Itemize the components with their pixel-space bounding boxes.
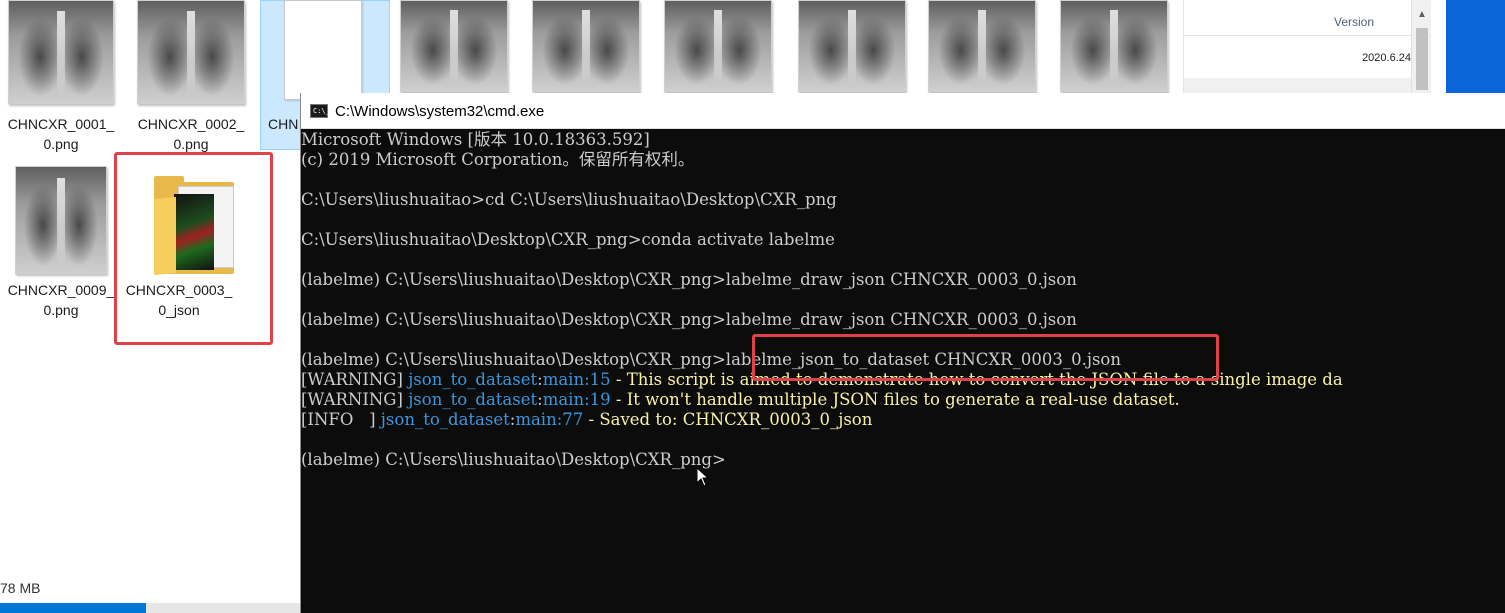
console-line: C:\Users\liushuaitao\Desktop\CXR_png>con…: [301, 230, 835, 249]
file-name-line1: CHNCXR_0001_: [7, 116, 115, 132]
status-size: 78 MB: [0, 580, 41, 596]
xray-thumbnail[interactable]: [664, 0, 772, 92]
xray-thumbnail: [15, 166, 107, 274]
log-lineno: :19: [584, 390, 611, 409]
log-message: - It won't handle multiple JSON files to…: [610, 390, 1180, 409]
log-level: [INFO ]: [301, 410, 376, 429]
file-item[interactable]: CHNCXR_0002_ 0.png: [130, 0, 252, 152]
xray-thumbnail[interactable]: [928, 0, 1036, 92]
document-file-icon: [284, 0, 362, 100]
console-line: (c) 2019 Microsoft Corporation。保留所有权利。: [301, 150, 695, 169]
column-header-version[interactable]: Version: [1334, 15, 1374, 29]
log-lineno: :15: [584, 370, 611, 389]
log-source: json_to_dataset: [380, 410, 510, 429]
file-name-line1: CHNCXR_0009_: [7, 282, 115, 298]
file-name: CHNCXR_0009_ 0.png: [0, 280, 122, 320]
vertical-scrollbar[interactable]: ▲: [1411, 0, 1431, 96]
cmd-icon-label: C:\_: [313, 107, 330, 115]
window-title: C:\Windows\system32\cmd.exe: [335, 103, 545, 120]
console-line: Microsoft Windows [版本 10.0.18363.592]: [301, 130, 650, 149]
version-value: 2020.6.24: [1362, 52, 1411, 64]
horizontal-scrollbar-track[interactable]: [146, 603, 300, 613]
file-name-line2: 0.png: [173, 136, 209, 152]
file-item[interactable]: CHNCXR_0009_ 0.png: [0, 166, 122, 326]
xray-thumbnail[interactable]: [798, 0, 906, 92]
desktop-background-strip: [1446, 0, 1505, 94]
cmd-titlebar[interactable]: C:\_ C:\Windows\system32\cmd.exe: [301, 93, 1505, 129]
file-name-line1: CHNCXR_0002_: [137, 116, 245, 132]
highlight-box-folder: [114, 152, 273, 345]
cmd-window[interactable]: C:\_ C:\Windows\system32\cmd.exe Microso…: [300, 93, 1505, 613]
file-item[interactable]: CHNCXR_0001_ 0.png: [0, 0, 122, 152]
file-name-line2: 0.png: [43, 302, 79, 318]
log-message: - Saved to: CHNCXR_0003_0_json: [583, 410, 873, 429]
xray-thumbnail[interactable]: [1060, 0, 1168, 92]
xray-thumbnail[interactable]: [400, 0, 508, 92]
cmd-icon[interactable]: C:\_: [310, 104, 330, 118]
column-header[interactable]: Version: [1184, 6, 1432, 36]
log-func: main: [542, 390, 585, 409]
log-level: [WARNING]: [301, 390, 403, 409]
file-name-line2: 0.png: [43, 136, 79, 152]
log-source: json_to_dataset: [408, 390, 538, 409]
highlight-box-command: [752, 334, 1219, 381]
log-level: [WARNING]: [301, 370, 403, 389]
vertical-scrollbar-thumb[interactable]: [1416, 28, 1428, 90]
log-func: main: [542, 370, 585, 389]
log-source: json_to_dataset: [408, 370, 538, 389]
log-lineno: :77: [556, 410, 584, 429]
chevron-up-icon[interactable]: ▲: [1416, 8, 1428, 22]
xray-thumbnail: [137, 0, 245, 104]
console-prompt[interactable]: (labelme) C:\Users\liushuaitao\Desktop\C…: [301, 450, 726, 470]
log-func: main: [515, 410, 557, 429]
xray-thumbnail[interactable]: [532, 0, 640, 92]
console-line: (labelme) C:\Users\liushuaitao\Desktop\C…: [301, 310, 1077, 329]
details-pane: Version 2020.6.24 ▲: [1183, 0, 1432, 96]
file-name: CHNCXR_0002_ 0.png: [130, 114, 252, 154]
xray-thumbnail: [8, 0, 114, 104]
log-line: [INFO ] json_to_dataset:main:77 - Saved …: [301, 410, 872, 430]
log-line: [WARNING] json_to_dataset:main:19 - It w…: [301, 390, 1180, 410]
console-line: (labelme) C:\Users\liushuaitao\Desktop\C…: [301, 270, 1077, 289]
file-name: CHNCXR_0001_ 0.png: [0, 114, 122, 154]
console-line: C:\Users\liushuaitao>cd C:\Users\liushua…: [301, 190, 837, 209]
horizontal-scrollbar-thumb[interactable]: [0, 603, 146, 613]
